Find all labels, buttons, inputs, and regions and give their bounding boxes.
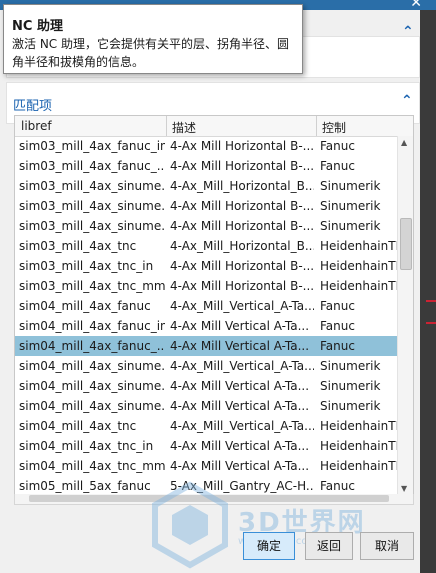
- table-row[interactable]: sim04_mill_4ax_sinume... 4-Ax Mill Vertic…: [15, 396, 397, 416]
- red-marker: [426, 322, 436, 324]
- matches-table: libref 描述 控制 sim03_mill_4ax_fanuc_in 4-Ax…: [14, 115, 414, 496]
- section-label: 匹配项: [13, 99, 53, 114]
- cell-control: Sinumerik: [320, 379, 381, 393]
- cell-libref: sim04_mill_4ax_tnc_in: [19, 439, 154, 453]
- cell-libref: sim03_mill_4ax_tnc_mm: [19, 279, 165, 293]
- cell-description: 4-Ax Mill Vertical A-Ta...: [170, 459, 310, 473]
- cell-control: Fanuc: [320, 139, 355, 153]
- ok-button[interactable]: 确定: [243, 532, 295, 560]
- tooltip-body: 激活 NC 助理，它会提供有关平的层、拐角半径、圆角半径和拔模角的信息。: [12, 37, 289, 69]
- cell-description: 4-Ax Mill Horizontal B-...: [170, 279, 314, 293]
- table-row[interactable]: sim03_mill_4ax_tnc 4-Ax_Mill_Horizontal_B…: [15, 236, 397, 256]
- back-button[interactable]: 返回: [305, 532, 353, 560]
- cancel-button[interactable]: 取消: [360, 532, 414, 560]
- column-header-libref[interactable]: libref: [21, 119, 52, 133]
- table-row[interactable]: sim04_mill_4ax_fanuc_... 4-Ax Mill Vertic…: [15, 336, 397, 356]
- cell-description: 4-Ax Mill Vertical A-Ta...: [170, 319, 310, 333]
- table-row[interactable]: sim04_mill_4ax_sinume... 4-Ax Mill Vertic…: [15, 376, 397, 396]
- table-header: libref 描述 控制: [15, 116, 413, 137]
- cell-description: 4-Ax_Mill_Vertical_A-Ta...: [170, 419, 314, 433]
- cell-control: Fanuc: [320, 159, 355, 173]
- cell-libref: sim04_mill_4ax_fanuc_in: [19, 319, 165, 333]
- table-row[interactable]: sim03_mill_4ax_sinume... 4-Ax Mill Horizo…: [15, 196, 397, 216]
- cell-control: Sinumerik: [320, 179, 381, 193]
- red-marker: [426, 300, 436, 302]
- cell-description: 4-Ax Mill Vertical A-Ta...: [170, 379, 310, 393]
- cell-description: 4-Ax_Mill_Horizontal_B...: [170, 179, 314, 193]
- table-row[interactable]: sim04_mill_4ax_tnc_in 4-Ax Mill Vertical …: [15, 436, 397, 456]
- cell-libref: sim03_mill_4ax_sinume...: [19, 179, 165, 193]
- cell-control: Fanuc: [320, 319, 355, 333]
- cell-libref: sim04_mill_4ax_fanuc_...: [19, 339, 165, 353]
- cell-description: 4-Ax Mill Horizontal B-...: [170, 259, 314, 273]
- scrollbar-thumb[interactable]: [400, 218, 412, 270]
- horizontal-scrollbar[interactable]: [14, 494, 414, 505]
- table-row[interactable]: sim04_mill_4ax_tnc 4-Ax_Mill_Vertical_A-T…: [15, 416, 397, 436]
- cell-libref: sim05_mill_5ax_fanuc: [19, 479, 151, 493]
- scrollbar-thumb[interactable]: [29, 495, 389, 502]
- cell-description: 4-Ax Mill Vertical A-Ta...: [170, 439, 310, 453]
- background-window-strip: [420, 10, 436, 573]
- cell-control: Fanuc: [320, 339, 355, 353]
- table-row[interactable]: sim05_mill_5ax_fanuc 5-Ax_Mill_Gantry_AC-…: [15, 476, 397, 495]
- cell-libref: sim03_mill_4ax_fanuc_in: [19, 139, 165, 153]
- cell-description: 4-Ax Mill Horizontal B-...: [170, 199, 314, 213]
- cell-libref: sim03_mill_4ax_tnc: [19, 239, 137, 253]
- cell-description: 4-Ax Mill Horizontal B-...: [170, 219, 314, 233]
- cell-libref: sim04_mill_4ax_sinume...: [19, 379, 165, 393]
- cell-control: Fanuc: [320, 479, 355, 493]
- scroll-up-arrow-icon[interactable]: ▲: [401, 138, 407, 147]
- cell-control: HeidenhainTI: [320, 239, 397, 253]
- cell-description: 4-Ax_Mill_Vertical_A-Ta...: [170, 359, 314, 373]
- table-row[interactable]: sim03_mill_4ax_sinume... 4-Ax_Mill_Horizo…: [15, 176, 397, 196]
- cell-libref: sim03_mill_4ax_sinume...: [19, 219, 165, 233]
- cell-description: 4-Ax_Mill_Horizontal_B...: [170, 239, 314, 253]
- table-row[interactable]: sim04_mill_4ax_fanuc_in 4-Ax Mill Vertica…: [15, 316, 397, 336]
- tooltip-title: NC 助理: [12, 19, 63, 34]
- cell-control: Sinumerik: [320, 399, 381, 413]
- table-row[interactable]: sim04_mill_4ax_sinume... 4-Ax_Mill_Vertic…: [15, 356, 397, 376]
- cell-control: HeidenhainTI: [320, 459, 397, 473]
- table-row[interactable]: sim03_mill_4ax_sinume... 4-Ax Mill Horizo…: [15, 216, 397, 236]
- table-row[interactable]: sim04_mill_4ax_tnc_mm 4-Ax Mill Vertical …: [15, 456, 397, 476]
- cell-libref: sim03_mill_4ax_sinume...: [19, 199, 165, 213]
- cell-description: 4-Ax_Mill_Vertical_A-Ta...: [170, 299, 314, 313]
- cell-control: HeidenhainTI: [320, 279, 397, 293]
- column-header-control[interactable]: 控制: [322, 119, 346, 136]
- column-header-description[interactable]: 描述: [172, 119, 196, 136]
- vertical-scrollbar[interactable]: ▲ ▼: [397, 136, 413, 495]
- cell-control: Sinumerik: [320, 199, 381, 213]
- column-divider[interactable]: [316, 116, 317, 136]
- cell-libref: sim03_mill_4ax_tnc_in: [19, 259, 154, 273]
- nc-assistant-tooltip: NC 助理 激活 NC 助理，它会提供有关平的层、拐角半径、圆角半径和拔模角的信…: [3, 4, 303, 74]
- cell-libref: sim04_mill_4ax_sinume...: [19, 399, 165, 413]
- table-row[interactable]: sim03_mill_4ax_tnc_mm 4-Ax Mill Horizonta…: [15, 276, 397, 296]
- cell-control: HeidenhainTI: [320, 439, 397, 453]
- cell-description: 5-Ax_Mill_Gantry_AC-H...: [170, 479, 314, 493]
- cell-description: 4-Ax Mill Vertical A-Ta...: [170, 339, 310, 353]
- chevron-up-icon[interactable]: ⌃: [401, 93, 413, 109]
- cell-control: HeidenhainTI: [320, 419, 397, 433]
- table-row[interactable]: sim03_mill_4ax_fanuc_in 4-Ax Mill Horizon…: [15, 136, 397, 156]
- cell-libref: sim03_mill_4ax_fanuc_...: [19, 159, 165, 173]
- scroll-down-arrow-icon[interactable]: ▼: [401, 484, 407, 493]
- cell-control: Sinumerik: [320, 219, 381, 233]
- cell-description: 4-Ax Mill Horizontal B-...: [170, 159, 314, 173]
- cell-libref: sim04_mill_4ax_sinume...: [19, 359, 165, 373]
- table-row[interactable]: sim03_mill_4ax_fanuc_... 4-Ax Mill Horizo…: [15, 156, 397, 176]
- cell-libref: sim04_mill_4ax_tnc: [19, 419, 137, 433]
- table-row[interactable]: sim04_mill_4ax_fanuc 4-Ax_Mill_Vertical_A…: [15, 296, 397, 316]
- cell-libref: sim04_mill_4ax_tnc_mm: [19, 459, 165, 473]
- cell-control: Fanuc: [320, 299, 355, 313]
- table-row[interactable]: sim03_mill_4ax_tnc_in 4-Ax Mill Horizonta…: [15, 256, 397, 276]
- cell-control: HeidenhainTI: [320, 259, 397, 273]
- cell-description: 4-Ax Mill Vertical A-Ta...: [170, 399, 310, 413]
- cell-libref: sim04_mill_4ax_fanuc: [19, 299, 151, 313]
- cell-control: Sinumerik: [320, 359, 381, 373]
- cell-description: 4-Ax Mill Horizontal B-...: [170, 139, 314, 153]
- column-divider[interactable]: [166, 116, 167, 136]
